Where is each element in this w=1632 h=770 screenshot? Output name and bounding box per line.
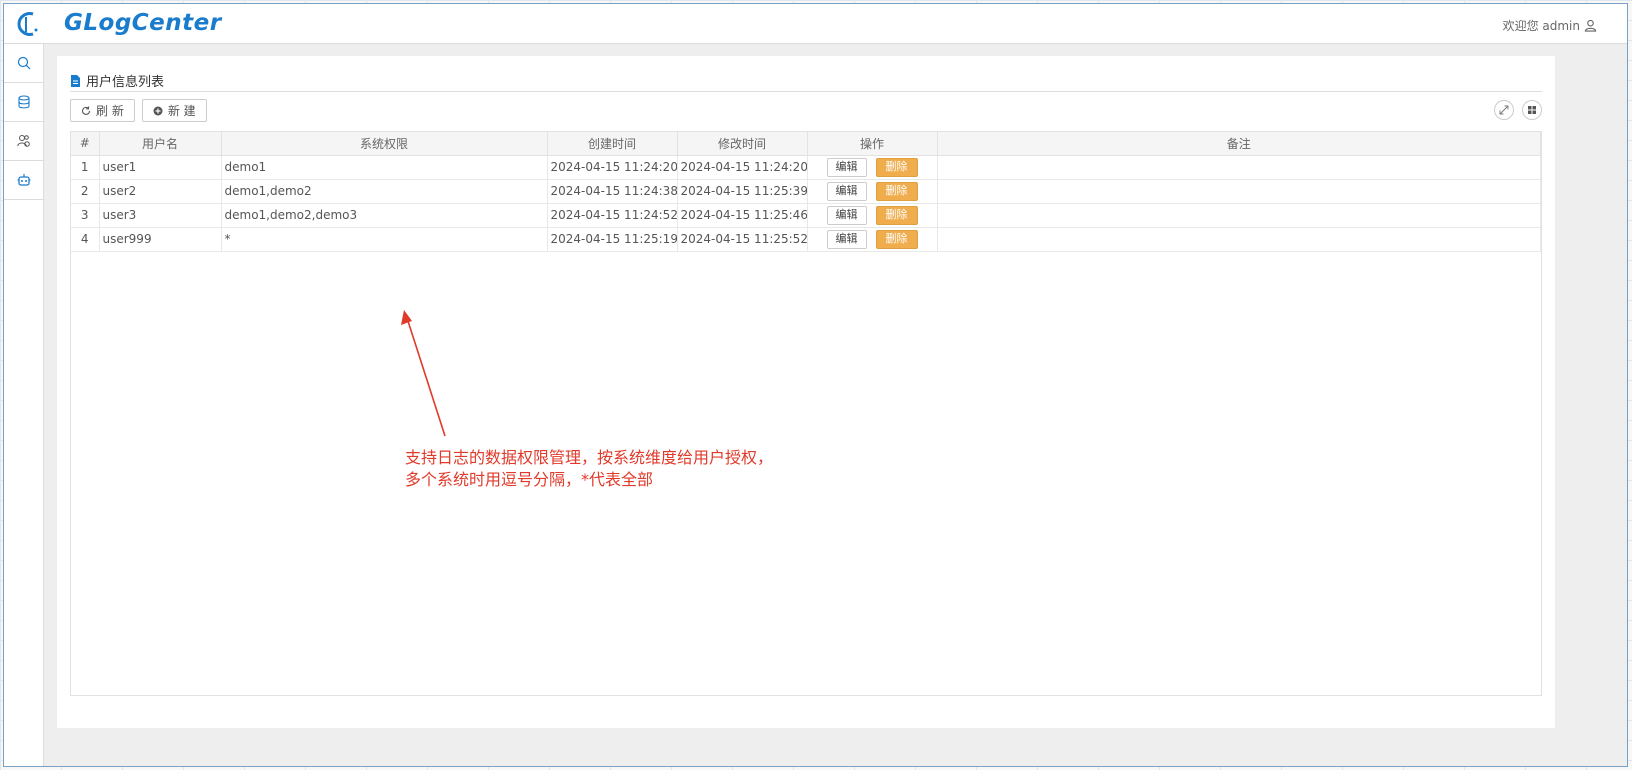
delete-button[interactable]: 删除	[875, 205, 918, 225]
document-icon	[71, 74, 80, 87]
logo-icon	[17, 12, 38, 36]
col-permission-header[interactable]: 系统权限	[221, 132, 548, 156]
delete-button[interactable]: 删除	[875, 229, 918, 249]
panel-title-text: 用户信息列表	[86, 75, 165, 90]
row-index: 4	[71, 227, 100, 252]
row-modified: 2024-04-15 11:25:46	[677, 203, 808, 228]
row-created: 2024-04-15 11:24:52	[547, 203, 678, 228]
sidebar-item-database[interactable]	[4, 83, 43, 122]
table-row[interactable]: 1 user1 demo1 2024-04-15 11:24:20 2024-04-15…	[71, 155, 1541, 180]
table-row[interactable]: 2 user2 demo1,demo2 2024-04-15 11:24:38 2024…	[71, 179, 1541, 204]
row-actions: 编辑 删除	[807, 155, 938, 180]
sidebar-item-search[interactable]	[4, 44, 43, 83]
row-permission: demo1,demo2,demo3	[221, 203, 548, 228]
row-username: user1	[99, 155, 222, 180]
col-created-header[interactable]: 创建时间	[547, 132, 678, 156]
annotation-line-2: 多个系统时用逗号分隔，*代表全部	[405, 470, 654, 489]
new-button[interactable]: 新 建	[141, 99, 207, 122]
panel-title: 用户信息列表	[70, 70, 1542, 92]
row-modified: 2024-04-15 11:24:20	[677, 155, 808, 180]
welcome-text: 欢迎您 admin	[1502, 19, 1580, 33]
sidebar-item-robot[interactable]	[4, 161, 43, 200]
row-actions: 编辑 删除	[807, 203, 938, 228]
row-permission: demo1	[221, 155, 548, 180]
row-modified: 2024-04-15 11:25:39	[677, 179, 808, 204]
user-table: # 用户名 系统权限 创建时间 修改时间 操作 备注 1 user1 demo1 20…	[70, 131, 1542, 696]
user-icon	[1584, 19, 1597, 32]
expand-icon	[1499, 105, 1509, 115]
col-username-header[interactable]: 用户名	[99, 132, 222, 156]
edit-button[interactable]: 编辑	[826, 205, 867, 225]
search-icon	[17, 56, 30, 70]
row-modified: 2024-04-15 11:25:52	[677, 227, 808, 252]
delete-button[interactable]: 删除	[875, 157, 918, 177]
row-permission: *	[221, 227, 548, 252]
row-username: user2	[99, 179, 222, 204]
row-created: 2024-04-15 11:24:38	[547, 179, 678, 204]
edit-button[interactable]: 编辑	[826, 229, 867, 249]
row-permission: demo1,demo2	[221, 179, 548, 204]
edit-button[interactable]: 编辑	[826, 181, 867, 201]
table-row[interactable]: 3 user3 demo1,demo2,demo3 2024-04-15 11:24:…	[71, 203, 1541, 228]
row-note	[937, 203, 1541, 228]
user-manage-icon	[16, 135, 30, 147]
columns-button[interactable]	[1522, 100, 1542, 120]
plus-circle-icon	[153, 106, 163, 115]
row-actions: 编辑 删除	[807, 179, 938, 204]
row-username: user999	[99, 227, 222, 252]
table-tools	[1494, 100, 1542, 120]
sidebar-item-users[interactable]	[4, 122, 43, 161]
row-created: 2024-04-15 11:24:20	[547, 155, 678, 180]
edit-button[interactable]: 编辑	[826, 157, 867, 177]
user-menu[interactable]: 欢迎您 admin	[1503, 17, 1597, 34]
refresh-label: 刷 新	[96, 104, 124, 118]
grid-icon	[1528, 106, 1536, 114]
sidebar	[4, 44, 44, 766]
col-modified-header[interactable]: 修改时间	[677, 132, 808, 156]
top-header: GLogCenter 欢迎您 admin	[4, 4, 1627, 44]
annotation-text: 支持日志的数据权限管理，按系统维度给用户授权， 多个系统时用逗号分隔，*代表全部	[405, 447, 773, 491]
refresh-button[interactable]: 刷 新	[70, 99, 135, 122]
fullscreen-button[interactable]	[1494, 100, 1514, 120]
table-header-row: # 用户名 系统权限 创建时间 修改时间 操作 备注	[71, 132, 1541, 156]
row-note	[937, 155, 1541, 180]
app-logo-text: GLogCenter	[64, 10, 222, 36]
app-window: GLogCenter 欢迎您 admin 用户信息列表 刷 新 新 建 # 用户…	[3, 3, 1628, 767]
new-label: 新 建	[167, 104, 196, 118]
annotation-arrow	[401, 310, 446, 437]
row-index: 3	[71, 203, 100, 228]
row-index: 1	[71, 155, 100, 180]
row-username: user3	[99, 203, 222, 228]
delete-button[interactable]: 删除	[875, 181, 918, 201]
row-index: 2	[71, 179, 100, 204]
database-icon	[17, 95, 30, 109]
row-actions: 编辑 删除	[807, 227, 938, 252]
refresh-icon	[82, 106, 91, 115]
content-area: 用户信息列表 刷 新 新 建 # 用户名 系统权限 创建时间 修改时间 操作 备…	[44, 44, 1627, 766]
row-created: 2024-04-15 11:25:19	[547, 227, 678, 252]
annotation-line-1: 支持日志的数据权限管理，按系统维度给用户授权，	[405, 448, 774, 467]
toolbar: 刷 新 新 建	[70, 99, 207, 122]
col-note-header[interactable]: 备注	[937, 132, 1541, 156]
robot-icon	[17, 174, 30, 186]
row-note	[937, 227, 1541, 252]
row-note	[937, 179, 1541, 204]
user-list-panel: 用户信息列表 刷 新 新 建 # 用户名 系统权限 创建时间 修改时间 操作 备…	[57, 56, 1555, 728]
table-row[interactable]: 4 user999 * 2024-04-15 11:25:19 2024-04-15 1…	[71, 227, 1541, 252]
col-actions-header: 操作	[807, 132, 938, 156]
col-index-header: #	[71, 132, 100, 156]
